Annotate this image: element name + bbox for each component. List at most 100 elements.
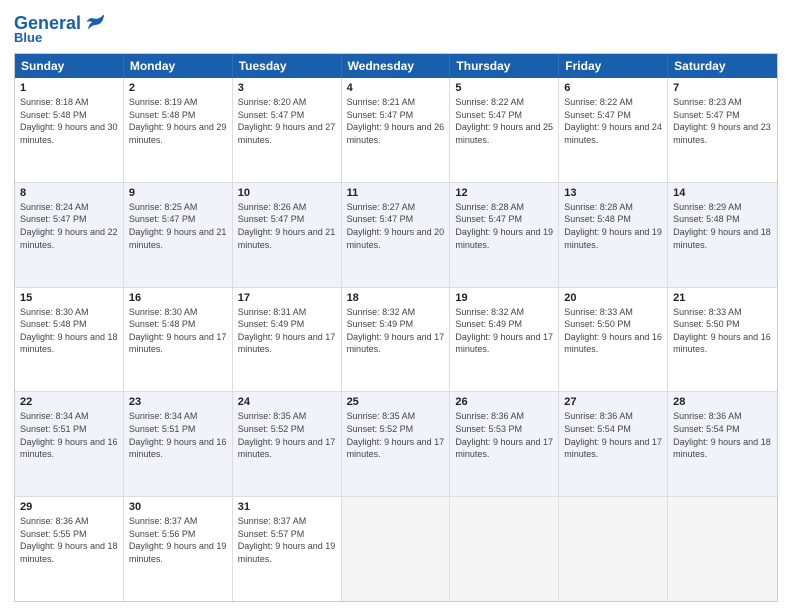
day-number: 14 — [673, 187, 772, 199]
weekday-header: Monday — [124, 54, 233, 78]
day-number: 10 — [238, 187, 336, 199]
day-info: Sunrise: 8:28 AM Sunset: 5:47 PM Dayligh… — [455, 201, 553, 251]
calendar-cell: 20Sunrise: 8:33 AM Sunset: 5:50 PM Dayli… — [559, 288, 668, 392]
calendar-cell: 19 Sunrise: 8:32 AM Sunset: 5:49 PM Dayli… — [450, 288, 559, 392]
calendar-cell: 24Sunrise: 8:35 AM Sunset: 5:52 PM Dayli… — [233, 392, 342, 496]
calendar-cell: 2 Sunrise: 8:19 AM Sunset: 5:48 PM Daylig… — [124, 78, 233, 182]
day-info: Sunrise: 8:27 AM Sunset: 5:47 PM Dayligh… — [347, 201, 445, 251]
weekday-header: Thursday — [450, 54, 559, 78]
day-number: 16 — [129, 292, 227, 304]
calendar-cell: 5 Sunrise: 8:22 AM Sunset: 5:47 PM Daylig… — [450, 78, 559, 182]
day-number: 5 — [455, 82, 553, 94]
logo: General Blue — [14, 12, 106, 45]
calendar-cell: 17 Sunrise: 8:31 AM Sunset: 5:49 PM Dayli… — [233, 288, 342, 392]
day-info: Sunrise: 8:34 AM Sunset: 5:51 PM Dayligh… — [20, 410, 118, 460]
calendar-row: 22 Sunrise: 8:34 AM Sunset: 5:51 PM Dayli… — [15, 391, 777, 496]
day-number: 1 — [20, 82, 118, 94]
calendar-cell: 26Sunrise: 8:36 AM Sunset: 5:53 PM Dayli… — [450, 392, 559, 496]
day-info: Sunrise: 8:23 AM Sunset: 5:47 PM Dayligh… — [673, 96, 772, 146]
day-number: 22 — [20, 396, 118, 408]
day-number: 31 — [238, 501, 336, 513]
day-info: Sunrise: 8:25 AM Sunset: 5:47 PM Dayligh… — [129, 201, 227, 251]
day-info: Sunrise: 8:30 AM Sunset: 5:48 PM Dayligh… — [20, 306, 118, 356]
day-info: Sunrise: 8:37 AM Sunset: 5:56 PM Dayligh… — [129, 515, 227, 565]
day-info: Sunrise: 8:32 AM Sunset: 5:49 PM Dayligh… — [455, 306, 553, 356]
calendar-cell: 4Sunrise: 8:21 AM Sunset: 5:47 PM Daylig… — [342, 78, 451, 182]
day-info: Sunrise: 8:22 AM Sunset: 5:47 PM Dayligh… — [455, 96, 553, 146]
day-info: Sunrise: 8:22 AM Sunset: 5:47 PM Dayligh… — [564, 96, 662, 146]
calendar-cell — [668, 497, 777, 601]
calendar-cell: 13Sunrise: 8:28 AM Sunset: 5:48 PM Dayli… — [559, 183, 668, 287]
calendar-cell: 27Sunrise: 8:36 AM Sunset: 5:54 PM Dayli… — [559, 392, 668, 496]
day-info: Sunrise: 8:36 AM Sunset: 5:54 PM Dayligh… — [564, 410, 662, 460]
weekday-header: Saturday — [668, 54, 777, 78]
calendar-cell: 29 Sunrise: 8:36 AM Sunset: 5:55 PM Dayli… — [15, 497, 124, 601]
day-number: 9 — [129, 187, 227, 199]
day-number: 18 — [347, 292, 445, 304]
day-info: Sunrise: 8:36 AM Sunset: 5:55 PM Dayligh… — [20, 515, 118, 565]
day-info: Sunrise: 8:32 AM Sunset: 5:49 PM Dayligh… — [347, 306, 445, 356]
day-number: 2 — [129, 82, 227, 94]
day-number: 8 — [20, 187, 118, 199]
calendar-cell: 18 Sunrise: 8:32 AM Sunset: 5:49 PM Dayli… — [342, 288, 451, 392]
day-number: 29 — [20, 501, 118, 513]
day-info: Sunrise: 8:18 AM Sunset: 5:48 PM Dayligh… — [20, 96, 118, 146]
day-info: Sunrise: 8:24 AM Sunset: 5:47 PM Dayligh… — [20, 201, 118, 251]
day-info: Sunrise: 8:35 AM Sunset: 5:52 PM Dayligh… — [347, 410, 445, 460]
day-number: 21 — [673, 292, 772, 304]
calendar-cell: 30 Sunrise: 8:37 AM Sunset: 5:56 PM Dayli… — [124, 497, 233, 601]
calendar-cell: 21 Sunrise: 8:33 AM Sunset: 5:50 PM Dayli… — [668, 288, 777, 392]
day-number: 3 — [238, 82, 336, 94]
calendar-cell: 8 Sunrise: 8:24 AM Sunset: 5:47 PM Daylig… — [15, 183, 124, 287]
calendar-cell — [342, 497, 451, 601]
weekday-header: Tuesday — [233, 54, 342, 78]
day-number: 6 — [564, 82, 662, 94]
calendar-cell: 16 Sunrise: 8:30 AM Sunset: 5:48 PM Dayli… — [124, 288, 233, 392]
calendar-cell: 10Sunrise: 8:26 AM Sunset: 5:47 PM Dayli… — [233, 183, 342, 287]
day-info: Sunrise: 8:19 AM Sunset: 5:48 PM Dayligh… — [129, 96, 227, 146]
logo-blue: Blue — [14, 30, 42, 45]
calendar-header: SundayMondayTuesdayWednesdayThursdayFrid… — [15, 54, 777, 78]
day-number: 12 — [455, 187, 553, 199]
calendar-cell: 28 Sunrise: 8:36 AM Sunset: 5:54 PM Dayli… — [668, 392, 777, 496]
calendar-row: 8 Sunrise: 8:24 AM Sunset: 5:47 PM Daylig… — [15, 182, 777, 287]
day-info: Sunrise: 8:20 AM Sunset: 5:47 PM Dayligh… — [238, 96, 336, 146]
day-number: 23 — [129, 396, 227, 408]
calendar-cell: 9 Sunrise: 8:25 AM Sunset: 5:47 PM Daylig… — [124, 183, 233, 287]
calendar-cell — [450, 497, 559, 601]
calendar-cell: 15 Sunrise: 8:30 AM Sunset: 5:48 PM Dayli… — [15, 288, 124, 392]
page-header: General Blue — [14, 12, 778, 45]
logo-bird-icon — [84, 12, 106, 34]
day-number: 20 — [564, 292, 662, 304]
calendar-cell: 12 Sunrise: 8:28 AM Sunset: 5:47 PM Dayli… — [450, 183, 559, 287]
calendar-row: 1 Sunrise: 8:18 AM Sunset: 5:48 PM Daylig… — [15, 78, 777, 182]
day-number: 28 — [673, 396, 772, 408]
calendar-container: General Blue SundayMondayTuesdayWednesda… — [0, 0, 792, 612]
weekday-header: Sunday — [15, 54, 124, 78]
day-number: 30 — [129, 501, 227, 513]
day-number: 24 — [238, 396, 336, 408]
calendar-row: 15 Sunrise: 8:30 AM Sunset: 5:48 PM Dayli… — [15, 287, 777, 392]
day-info: Sunrise: 8:33 AM Sunset: 5:50 PM Dayligh… — [673, 306, 772, 356]
day-number: 25 — [347, 396, 445, 408]
day-info: Sunrise: 8:36 AM Sunset: 5:53 PM Dayligh… — [455, 410, 553, 460]
day-info: Sunrise: 8:36 AM Sunset: 5:54 PM Dayligh… — [673, 410, 772, 460]
day-info: Sunrise: 8:31 AM Sunset: 5:49 PM Dayligh… — [238, 306, 336, 356]
day-number: 17 — [238, 292, 336, 304]
day-info: Sunrise: 8:21 AM Sunset: 5:47 PM Dayligh… — [347, 96, 445, 146]
calendar-cell: 31 Sunrise: 8:37 AM Sunset: 5:57 PM Dayli… — [233, 497, 342, 601]
day-number: 15 — [20, 292, 118, 304]
calendar-body: 1 Sunrise: 8:18 AM Sunset: 5:48 PM Daylig… — [15, 78, 777, 601]
calendar-cell: 11 Sunrise: 8:27 AM Sunset: 5:47 PM Dayli… — [342, 183, 451, 287]
day-info: Sunrise: 8:30 AM Sunset: 5:48 PM Dayligh… — [129, 306, 227, 356]
day-number: 19 — [455, 292, 553, 304]
calendar-cell: 23Sunrise: 8:34 AM Sunset: 5:51 PM Dayli… — [124, 392, 233, 496]
calendar-cell: 7Sunrise: 8:23 AM Sunset: 5:47 PM Daylig… — [668, 78, 777, 182]
day-info: Sunrise: 8:37 AM Sunset: 5:57 PM Dayligh… — [238, 515, 336, 565]
calendar-cell: 3 Sunrise: 8:20 AM Sunset: 5:47 PM Daylig… — [233, 78, 342, 182]
day-info: Sunrise: 8:29 AM Sunset: 5:48 PM Dayligh… — [673, 201, 772, 251]
day-info: Sunrise: 8:28 AM Sunset: 5:48 PM Dayligh… — [564, 201, 662, 251]
day-number: 11 — [347, 187, 445, 199]
weekday-header: Friday — [559, 54, 668, 78]
calendar-cell: 14 Sunrise: 8:29 AM Sunset: 5:48 PM Dayli… — [668, 183, 777, 287]
